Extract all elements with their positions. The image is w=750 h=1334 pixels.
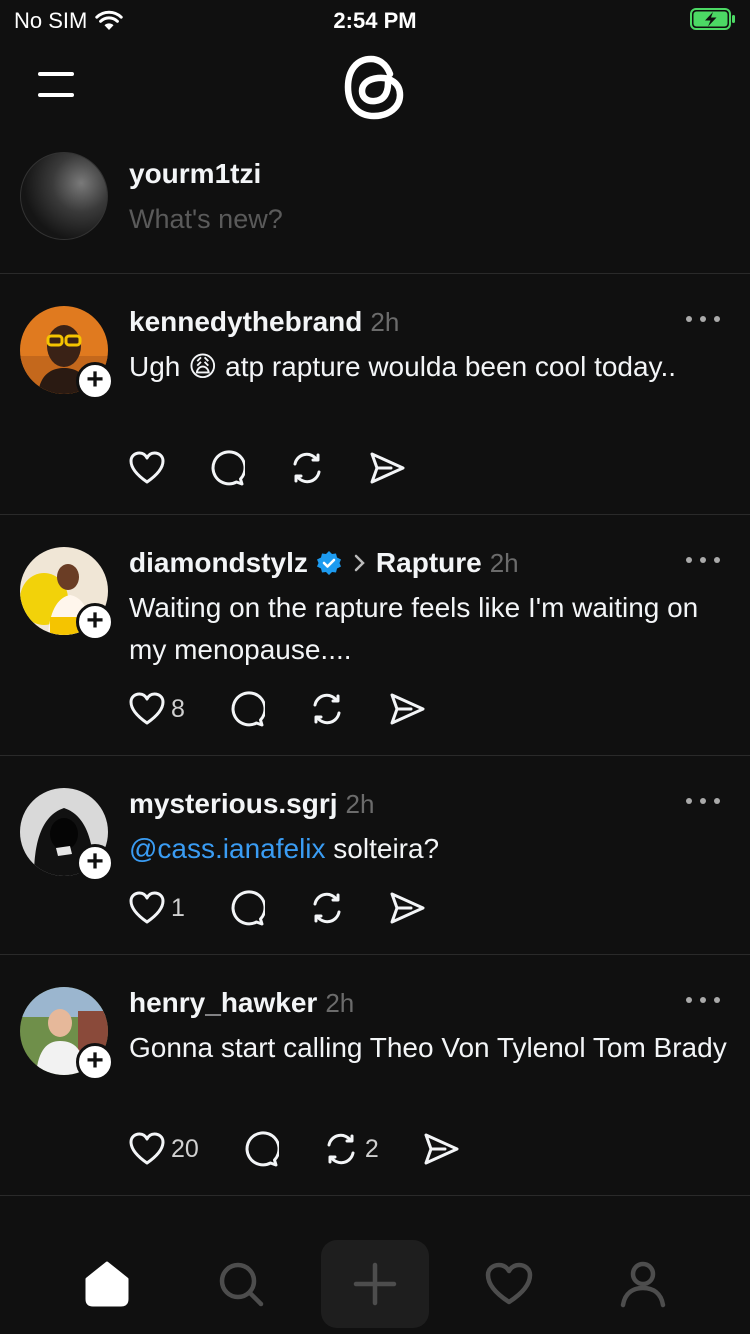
post-actions: 20 2 bbox=[129, 1129, 503, 1169]
heart-icon bbox=[129, 891, 165, 924]
post-actions: 8 bbox=[129, 689, 469, 729]
share-button[interactable] bbox=[423, 1129, 459, 1169]
repost-icon bbox=[313, 693, 341, 725]
thread-post[interactable]: + kennedythebrand 2h Ugh 😩 atp rapture w… bbox=[0, 274, 750, 515]
my-avatar[interactable] bbox=[20, 152, 108, 240]
new-thread-composer[interactable]: yourm1tzi What's new? bbox=[0, 148, 750, 274]
mention-link[interactable]: @cass.ianafelix bbox=[129, 833, 326, 864]
create-icon bbox=[353, 1262, 397, 1306]
post-text: Waiting on the rapture feels like I'm wa… bbox=[129, 592, 699, 665]
post-text: Gonna start calling Theo Von Tylenol Tom… bbox=[129, 1032, 727, 1063]
nav-activity[interactable] bbox=[455, 1240, 563, 1328]
like-count: 20 bbox=[171, 1134, 199, 1163]
nav-create[interactable] bbox=[321, 1240, 429, 1328]
nav-search[interactable] bbox=[187, 1240, 295, 1328]
status-time: 2:54 PM bbox=[333, 8, 417, 33]
post-username[interactable]: mysterious.sgrj bbox=[129, 788, 338, 820]
post-time: 2h bbox=[370, 306, 400, 337]
post-username[interactable]: diamondstylz bbox=[129, 547, 308, 579]
whats-new-input[interactable]: What's new? bbox=[129, 204, 283, 235]
share-button[interactable] bbox=[369, 448, 405, 488]
profile-icon bbox=[620, 1261, 666, 1308]
more-options-icon[interactable] bbox=[686, 314, 720, 324]
weary-face-emoji: 😩 bbox=[188, 351, 218, 382]
post-time: 2h bbox=[345, 788, 375, 819]
my-username: yourm1tzi bbox=[129, 158, 262, 189]
send-icon bbox=[390, 892, 425, 924]
repost-button[interactable]: 2 bbox=[323, 1129, 379, 1169]
like-count: 8 bbox=[171, 694, 185, 723]
follow-button[interactable]: + bbox=[76, 603, 114, 641]
more-options-icon[interactable] bbox=[686, 995, 720, 1005]
verified-badge-icon bbox=[316, 551, 341, 575]
like-button[interactable] bbox=[129, 448, 165, 488]
bottom-nav bbox=[0, 1236, 750, 1334]
more-options-icon[interactable] bbox=[686, 796, 720, 806]
post-text-body: solteira? bbox=[333, 833, 440, 864]
like-count: 1 bbox=[171, 893, 185, 922]
post-time: 2h bbox=[325, 987, 355, 1018]
repost-button[interactable] bbox=[309, 689, 345, 729]
chevron-right-icon bbox=[354, 554, 365, 572]
reply-button[interactable] bbox=[243, 1129, 279, 1169]
like-button[interactable]: 20 bbox=[129, 1129, 199, 1169]
more-options-icon[interactable] bbox=[686, 555, 720, 565]
post-username[interactable]: kennedythebrand bbox=[129, 306, 362, 338]
repost-icon bbox=[313, 892, 341, 924]
heart-icon bbox=[129, 451, 165, 484]
follow-button[interactable]: + bbox=[76, 844, 114, 882]
share-button[interactable] bbox=[389, 888, 425, 928]
post-actions: 1 bbox=[129, 888, 469, 928]
reply-button[interactable] bbox=[209, 448, 245, 488]
comment-icon bbox=[211, 450, 245, 486]
repost-count: 2 bbox=[364, 1134, 379, 1163]
repost-button[interactable] bbox=[289, 448, 325, 488]
share-button[interactable] bbox=[389, 689, 425, 729]
repost-button[interactable] bbox=[309, 888, 345, 928]
nav-home[interactable] bbox=[53, 1240, 161, 1328]
thread-post[interactable]: + mysterious.sgrj 2h @cass.ianafelix sol… bbox=[0, 756, 750, 955]
like-button[interactable]: 8 bbox=[129, 689, 185, 729]
reply-button[interactable] bbox=[229, 888, 265, 928]
like-button[interactable]: 1 bbox=[129, 888, 185, 928]
follow-button[interactable]: + bbox=[76, 1043, 114, 1081]
reply-button[interactable] bbox=[229, 689, 265, 729]
send-icon bbox=[424, 1133, 459, 1165]
home-icon bbox=[85, 1261, 129, 1307]
heart-icon bbox=[129, 692, 165, 725]
post-header: kennedythebrand 2h bbox=[129, 304, 399, 340]
post-header: mysterious.sgrj 2h bbox=[129, 786, 374, 822]
send-icon bbox=[390, 693, 425, 725]
threads-logo-icon bbox=[344, 55, 404, 120]
status-bar: No SIM 2:54 PM bbox=[0, 0, 750, 40]
search-icon bbox=[219, 1262, 264, 1307]
nav-profile[interactable] bbox=[589, 1240, 697, 1328]
follow-button[interactable]: + bbox=[76, 362, 114, 400]
post-topic[interactable]: Rapture bbox=[376, 547, 482, 579]
post-header: henry_hawker 2h bbox=[129, 985, 354, 1021]
post-username[interactable]: henry_hawker bbox=[129, 987, 317, 1019]
menu-button[interactable] bbox=[36, 70, 76, 100]
post-text: Ugh 😩 atp rapture woulda been cool today… bbox=[129, 346, 729, 388]
post-header: diamondstylz Rapture 2h bbox=[129, 545, 519, 581]
activity-heart-icon bbox=[485, 1262, 533, 1305]
post-text-start: Ugh bbox=[129, 351, 181, 382]
thread-post[interactable]: + diamondstylz Rapture 2h Waiting on the… bbox=[0, 515, 750, 756]
comment-icon bbox=[245, 1131, 279, 1167]
post-text: @cass.ianafelix solteira? bbox=[129, 828, 729, 870]
thread-post[interactable]: + henry_hawker 2h Gonna start calling Th… bbox=[0, 955, 750, 1196]
heart-icon bbox=[129, 1132, 165, 1165]
comment-icon bbox=[231, 890, 265, 926]
post-text-end: atp rapture woulda been cool today.. bbox=[225, 351, 677, 382]
repost-icon bbox=[293, 452, 321, 484]
post-time: 2h bbox=[489, 547, 519, 578]
top-bar bbox=[0, 40, 750, 136]
post-actions bbox=[129, 448, 449, 488]
comment-icon bbox=[231, 691, 265, 727]
battery-charging-icon bbox=[690, 8, 735, 30]
send-icon bbox=[370, 452, 405, 484]
repost-icon bbox=[327, 1133, 355, 1165]
